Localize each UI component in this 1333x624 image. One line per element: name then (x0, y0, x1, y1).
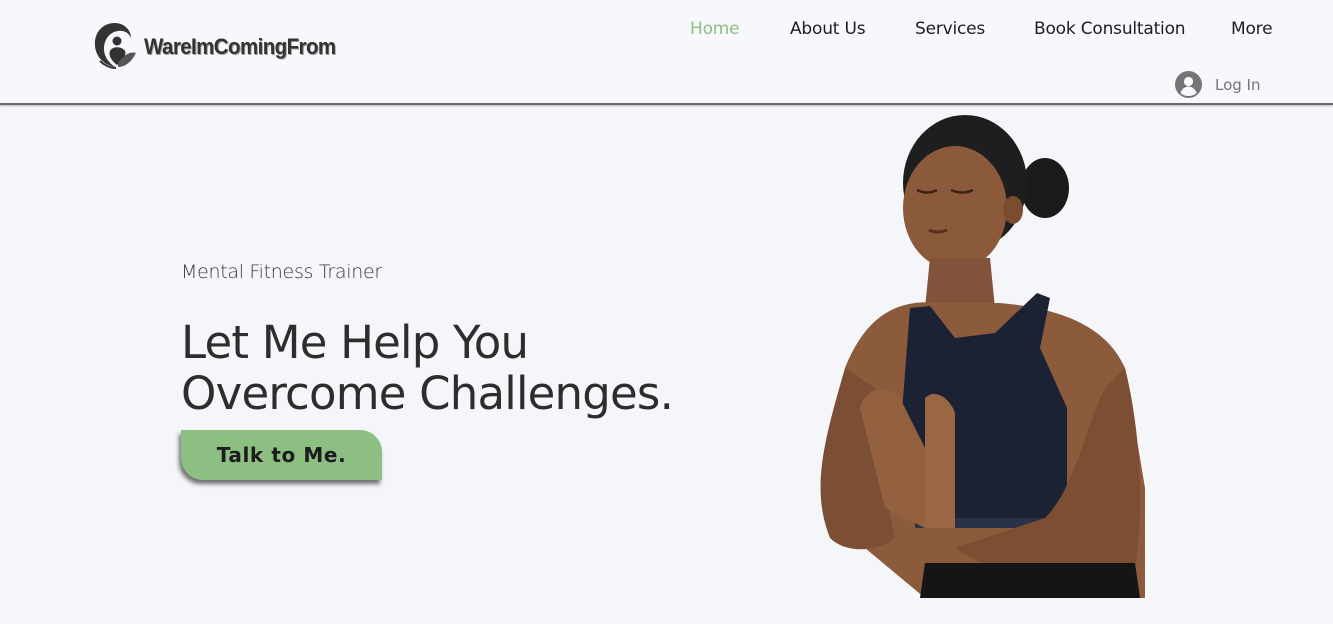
nav-item-home[interactable]: Home (690, 19, 740, 39)
headline-line-1: Let Me Help You (181, 316, 529, 369)
user-avatar-icon (1175, 71, 1202, 98)
nav-item-about-us[interactable]: About Us (790, 19, 866, 39)
main-nav: Home About Us Services Book Consultation… (0, 19, 1333, 43)
hero-headline: Let Me Help You Overcome Challenges. (181, 317, 761, 419)
nav-item-more[interactable]: More (1231, 19, 1273, 39)
talk-to-me-button[interactable]: Talk to Me. (181, 430, 382, 480)
nav-item-services[interactable]: Services (915, 19, 985, 39)
hero-eyebrow: Mental Fitness Trainer (181, 261, 382, 283)
login-button[interactable]: Log In (1175, 71, 1261, 98)
headline-line-2: Overcome Challenges. (181, 367, 674, 420)
nav-item-book-consultation[interactable]: Book Consultation (1034, 19, 1186, 39)
hero-photo (820, 115, 1145, 598)
login-label: Log In (1215, 75, 1261, 94)
site-header: WareImComingFrom Home About Us Services … (0, 0, 1333, 105)
